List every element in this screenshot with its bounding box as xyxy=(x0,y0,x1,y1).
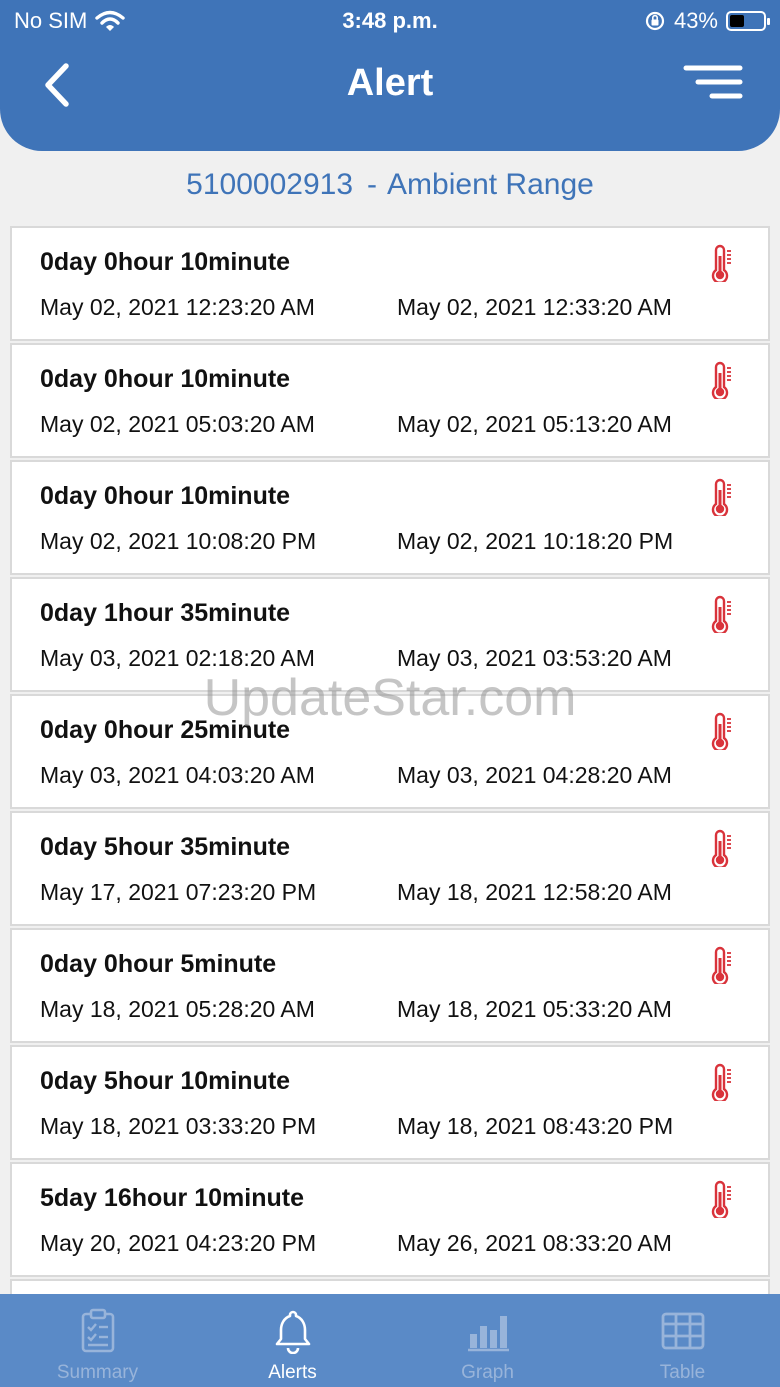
tab-graph[interactable]: Graph xyxy=(390,1294,585,1387)
alert-start-time: May 03, 2021 02:18:20 AM xyxy=(40,645,315,671)
tab-bar: Summary Alerts Graph Table xyxy=(0,1294,780,1387)
thermometer-alert-icon xyxy=(711,946,735,986)
alert-start-time: May 20, 2021 04:23:20 PM xyxy=(40,1230,317,1256)
alert-list[interactable]: 0day 0hour 10minute May 02, 2021 12:23:20… xyxy=(10,226,770,1294)
battery-icon xyxy=(726,11,770,31)
range-name: Ambient Range xyxy=(387,168,594,201)
status-bar: No SIM 3:48 p.m. 43% xyxy=(0,0,780,40)
alert-start-time: May 18, 2021 05:28:20 AM xyxy=(40,996,315,1022)
tab-label: Summary xyxy=(56,1362,139,1383)
thermometer-alert-icon xyxy=(711,1063,735,1103)
alert-start-time: May 18, 2021 03:33:20 PM xyxy=(40,1113,317,1139)
alert-start-time: May 17, 2021 07:23:20 PM xyxy=(40,879,317,905)
alert-card[interactable]: 0day 0hour 25minute May 03, 2021 04:03:20… xyxy=(10,694,770,809)
battery-percent: 43% xyxy=(673,8,718,33)
table-grid-icon xyxy=(661,1312,704,1350)
status-right: 43% xyxy=(644,8,770,34)
tab-label: Table xyxy=(659,1362,706,1383)
tab-summary[interactable]: Summary xyxy=(0,1294,195,1387)
filter-menu-icon xyxy=(683,65,743,99)
alert-card[interactable]: 0day 5hour 35minute May 17, 2021 07:23:20… xyxy=(10,811,770,926)
alert-start-time: May 02, 2021 05:03:20 AM xyxy=(40,411,315,437)
thermometer-alert-icon xyxy=(711,361,735,401)
app-header: No SIM 3:48 p.m. 43% Alert xyxy=(0,0,780,151)
device-id: 5100002913 xyxy=(186,168,354,201)
alert-end-time: May 02, 2021 10:18:20 PM xyxy=(397,528,674,554)
bar-chart-icon xyxy=(467,1316,509,1352)
alert-card[interactable]: 0day 0hour 10minute May 02, 2021 12:23:20… xyxy=(10,226,770,341)
alert-card[interactable]: 0day 0hour 5minute May 18, 2021 05:28:20 … xyxy=(10,928,770,1043)
alert-start-time: May 02, 2021 10:08:20 PM xyxy=(40,528,317,554)
tab-table[interactable]: Table xyxy=(585,1294,780,1387)
tab-label: Graph xyxy=(461,1362,514,1383)
thermometer-alert-icon xyxy=(711,244,735,284)
alert-card[interactable]: 0day 0hour 10minute May 02, 2021 05:03:20… xyxy=(10,343,770,458)
alert-duration: 5day 16hour 10minute xyxy=(40,1184,304,1212)
alert-card[interactable]: 0day 1hour 35minute May 03, 2021 02:18:20… xyxy=(10,577,770,692)
tab-label: Alerts xyxy=(268,1362,317,1383)
thermometer-alert-icon xyxy=(711,1180,735,1220)
alert-end-time: May 02, 2021 12:33:20 AM xyxy=(397,294,672,320)
alert-duration: 0day 1hour 35minute xyxy=(40,599,291,627)
alert-end-time: May 18, 2021 05:33:20 AM xyxy=(397,996,672,1022)
alert-end-time: May 26, 2021 08:33:20 AM xyxy=(397,1230,672,1256)
tab-alerts[interactable]: Alerts xyxy=(195,1294,390,1387)
bell-icon xyxy=(275,1310,310,1354)
alert-duration: 0day 0hour 10minute xyxy=(40,365,291,393)
clipboard-checklist-icon xyxy=(81,1308,114,1353)
thermometer-alert-icon xyxy=(711,478,735,518)
alert-end-time: May 18, 2021 12:58:20 AM xyxy=(397,879,672,905)
alert-duration: 0day 0hour 25minute xyxy=(40,716,291,744)
battery-level xyxy=(730,15,744,27)
alert-end-time: May 03, 2021 03:53:20 AM xyxy=(397,645,672,671)
alert-end-time: May 02, 2021 05:13:20 AM xyxy=(397,411,672,437)
device-range-subtitle: 5100002913- Ambient Range xyxy=(0,168,780,202)
thermometer-alert-icon xyxy=(711,829,735,869)
alert-duration: 0day 5hour 35minute xyxy=(40,833,291,861)
alert-start-time: May 03, 2021 04:03:20 AM xyxy=(40,762,315,788)
alert-duration: 0day 0hour 10minute xyxy=(40,248,291,276)
alert-card[interactable]: 0day 5hour 10minute May 18, 2021 03:33:20… xyxy=(10,1045,770,1160)
orientation-lock-icon xyxy=(645,11,665,31)
alert-end-time: May 18, 2021 08:43:20 PM xyxy=(397,1113,674,1139)
alert-duration: 0day 0hour 5minute xyxy=(40,950,277,978)
alert-start-time: May 02, 2021 12:23:20 AM xyxy=(40,294,315,320)
page-title: Alert xyxy=(346,62,434,104)
thermometer-alert-icon xyxy=(711,712,735,752)
alert-duration: 0day 5hour 10minute xyxy=(40,1067,291,1095)
alert-end-time: May 03, 2021 04:28:20 AM xyxy=(397,762,672,788)
filter-menu-button[interactable] xyxy=(682,62,746,106)
alert-card[interactable]: 5day 16hour 10minute May 20, 2021 04:23:2… xyxy=(10,1162,770,1277)
thermometer-alert-icon xyxy=(711,595,735,635)
alert-card[interactable]: 0day 0hour 10minute May 02, 2021 10:08:20… xyxy=(10,460,770,575)
alert-duration: 0day 0hour 10minute xyxy=(40,482,291,510)
subtitle-separator: - xyxy=(367,168,378,201)
alert-card-partial[interactable] xyxy=(10,1279,770,1294)
